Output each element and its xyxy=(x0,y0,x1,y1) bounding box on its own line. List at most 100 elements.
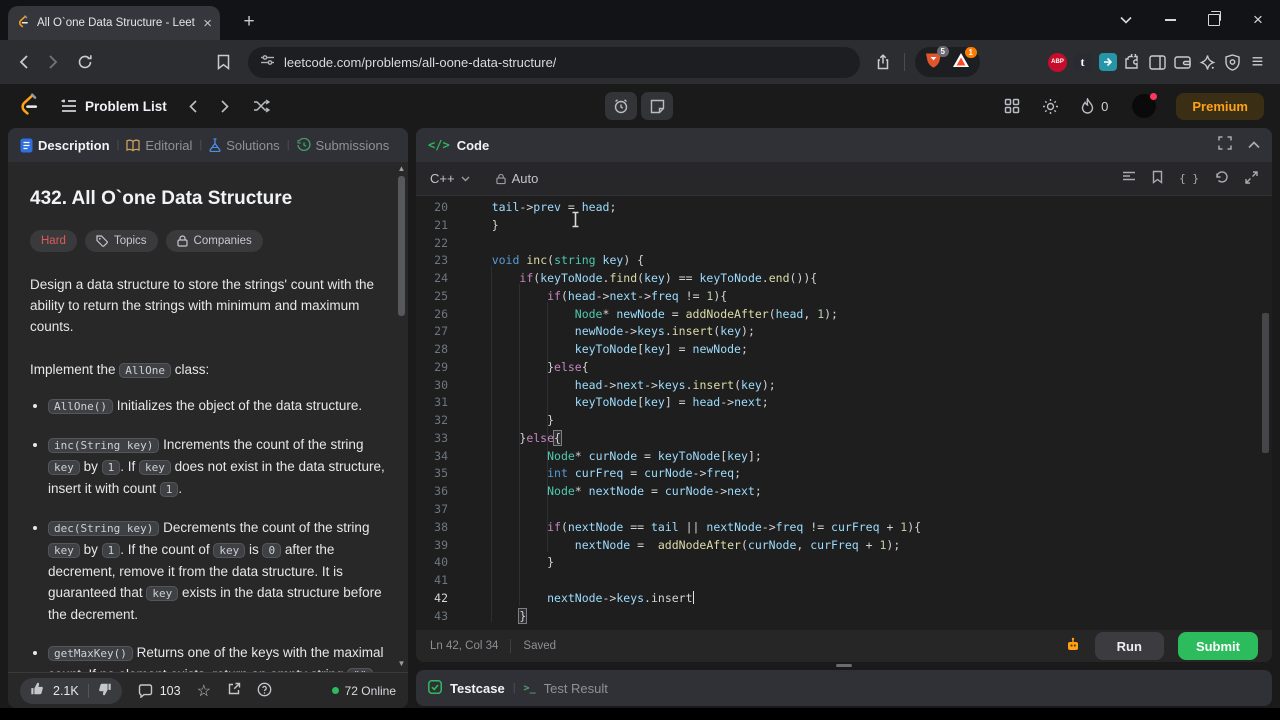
code-line[interactable]: 43 } xyxy=(416,607,1272,626)
collapse-panel-icon[interactable] xyxy=(1248,136,1260,154)
text-run: Decrements the count of the string xyxy=(159,520,370,535)
submit-button[interactable]: Submit xyxy=(1177,632,1258,660)
thumbs-up-icon[interactable] xyxy=(30,682,44,699)
notes-button[interactable] xyxy=(641,92,673,120)
reload-button[interactable] xyxy=(72,49,98,75)
shuffle-icon[interactable] xyxy=(253,99,270,113)
leo-ai-sparkle-icon[interactable] xyxy=(1195,50,1220,75)
code-line[interactable]: 31 keyToNode[key] = head->next; xyxy=(416,394,1272,412)
minimize-button[interactable] xyxy=(1148,0,1192,40)
problem-list-nav[interactable]: Problem List xyxy=(61,99,167,114)
snippets-icon[interactable]: { } xyxy=(1179,172,1199,185)
share-icon[interactable] xyxy=(870,49,896,75)
debugger-robot-icon[interactable] xyxy=(1065,637,1081,656)
tab-close-icon[interactable]: × xyxy=(203,16,212,31)
code-line[interactable]: 33 }else{ xyxy=(416,429,1272,448)
bookmark-code-icon[interactable] xyxy=(1152,170,1163,187)
code-line[interactable]: 36 Node* nextNode = curNode->next; xyxy=(416,483,1272,501)
code-line[interactable]: 38 if(nextNode == tail || nextNode->freq… xyxy=(416,519,1272,537)
streak-flame-icon[interactable] xyxy=(1081,98,1094,114)
editor-scrollbar-thumb[interactable] xyxy=(1262,313,1269,453)
tab-test-result[interactable]: Test Result xyxy=(544,681,608,696)
code-editor[interactable]: 20 tail->prev = head; 21 } 22 23 void inc(s… xyxy=(416,196,1272,630)
favorite-star-icon[interactable]: ☆ xyxy=(197,681,211,701)
code-line[interactable]: 37 xyxy=(416,501,1272,519)
comments-group[interactable]: 103 xyxy=(138,684,181,698)
code-line[interactable]: 42 nextNode->keys.insert xyxy=(416,590,1272,608)
run-button[interactable]: Run xyxy=(1094,632,1164,660)
description-scrollbar[interactable]: ▲ ▼ xyxy=(398,164,406,668)
extensions-puzzle-icon[interactable] xyxy=(1120,50,1145,75)
premium-button[interactable]: Premium xyxy=(1176,92,1264,120)
tumblr-extension-icon[interactable]: t xyxy=(1070,50,1095,75)
wallet-icon[interactable] xyxy=(1170,50,1195,75)
help-icon[interactable] xyxy=(257,682,272,700)
brave-rewards-icon[interactable]: 1 xyxy=(952,46,977,73)
code-line[interactable]: 21 } xyxy=(416,217,1272,235)
code-line[interactable]: 40 } xyxy=(416,554,1272,572)
site-settings-icon[interactable] xyxy=(260,53,275,71)
vpn-shield-icon[interactable] xyxy=(1220,50,1245,75)
thumbs-down-icon[interactable] xyxy=(98,682,112,699)
shields-badge: 5 xyxy=(936,45,949,57)
url-bar[interactable]: leetcode.com/problems/all-oone-data-stru… xyxy=(248,46,860,78)
url-text[interactable]: leetcode.com/problems/all-oone-data-stru… xyxy=(284,55,556,70)
topics-badge[interactable]: Topics xyxy=(84,230,158,252)
timer-button[interactable] xyxy=(605,92,637,120)
brave-shields-icon[interactable]: 5 xyxy=(925,45,949,74)
tab-testcase[interactable]: Testcase xyxy=(450,681,505,696)
bookmark-button[interactable] xyxy=(210,49,236,75)
tab-submissions[interactable]: Submissions xyxy=(296,138,389,153)
code-line[interactable]: 35 int curFreq = curNode->freq; xyxy=(416,465,1272,483)
leetcode-logo[interactable] xyxy=(16,91,41,121)
panel-resize-handle[interactable] xyxy=(836,664,852,667)
scrollbar-thumb[interactable] xyxy=(398,176,405,316)
expand-editor-icon[interactable] xyxy=(1245,170,1258,187)
prev-problem-icon[interactable] xyxy=(189,99,197,113)
tab-solutions[interactable]: Solutions xyxy=(209,138,280,153)
code-line-content xyxy=(448,235,464,253)
autocomplete-toggle[interactable]: Auto xyxy=(495,171,538,186)
adblock-extension-icon[interactable]: ABP xyxy=(1045,50,1070,75)
forward-button[interactable] xyxy=(40,49,66,75)
inline-code-chip: 1 xyxy=(101,460,121,475)
share-external-icon[interactable] xyxy=(227,682,241,699)
description-content: 432. All O`one Data Structure Hard Topic… xyxy=(8,162,396,672)
code-line[interactable]: 30 head->next->keys.insert(key); xyxy=(416,377,1272,395)
layout-grid-icon[interactable] xyxy=(1004,98,1020,114)
format-code-icon[interactable] xyxy=(1122,171,1136,186)
close-window-button[interactable]: × xyxy=(1236,0,1280,40)
fullscreen-icon[interactable] xyxy=(1218,135,1232,155)
code-line[interactable]: 29 }else{ xyxy=(416,359,1272,377)
code-line[interactable]: 24 if(keyToNode.find(key) == keyToNode.e… xyxy=(416,270,1272,288)
line-number: 23 xyxy=(434,253,448,268)
restore-button[interactable] xyxy=(1192,0,1236,40)
tab-description[interactable]: Description xyxy=(20,138,110,153)
tab-editorial[interactable]: Editorial xyxy=(126,138,192,153)
reset-code-icon[interactable] xyxy=(1215,170,1229,187)
next-problem-icon[interactable] xyxy=(221,99,229,113)
sidebar-icon[interactable] xyxy=(1145,50,1170,75)
code-line[interactable]: 39 nextNode = addNodeAfter(curNode, curF… xyxy=(416,537,1272,555)
teal-extension-icon[interactable] xyxy=(1095,50,1120,75)
code-line[interactable]: 27 newNode->keys.insert(key); xyxy=(416,323,1272,341)
code-line[interactable]: 25 if(head->next->freq != 1){ xyxy=(416,288,1272,306)
code-line[interactable]: 34 Node* curNode = keyToNode[key]; xyxy=(416,448,1272,466)
code-line[interactable]: 32 } xyxy=(416,412,1272,430)
language-selector[interactable]: C++ xyxy=(430,171,470,186)
new-tab-button[interactable]: + xyxy=(236,9,262,35)
menu-icon[interactable]: ≡ xyxy=(1245,50,1270,75)
difficulty-badge[interactable]: Hard xyxy=(30,230,77,252)
code-line[interactable]: 41 xyxy=(416,572,1272,590)
code-line[interactable]: 20 tail->prev = head; xyxy=(416,199,1272,217)
settings-gear-icon[interactable] xyxy=(1042,98,1059,115)
tab-search-icon[interactable] xyxy=(1104,0,1148,40)
code-line[interactable]: 28 keyToNode[key] = newNode; xyxy=(416,341,1272,359)
companies-badge[interactable]: Companies xyxy=(165,230,263,252)
avatar[interactable] xyxy=(1132,93,1158,118)
back-button[interactable] xyxy=(10,49,36,75)
code-line[interactable]: 22 xyxy=(416,235,1272,253)
code-line[interactable]: 26 Node* newNode = addNodeAfter(head, 1)… xyxy=(416,306,1272,324)
browser-tab[interactable]: All O`one Data Structure - Leet × xyxy=(8,6,220,40)
code-line[interactable]: 23 void inc(string key) { xyxy=(416,252,1272,270)
